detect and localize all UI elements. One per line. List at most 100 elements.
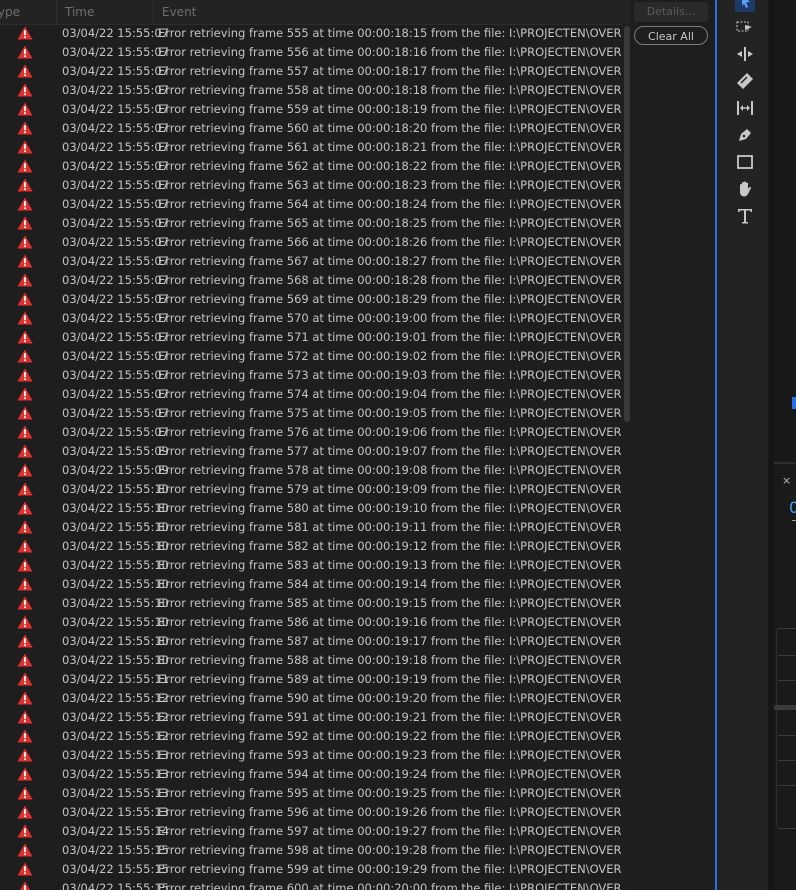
pen-icon[interactable] [735, 125, 755, 145]
event-row[interactable]: 03/04/22 15:55:07 Error retrieving frame … [0, 423, 622, 442]
event-row[interactable]: 03/04/22 15:55:07 Error retrieving frame … [0, 385, 622, 404]
selection-tool-icon[interactable] [735, 0, 755, 12]
event-row[interactable]: 03/04/22 15:55:07 Error retrieving frame … [0, 138, 622, 157]
track-divider [778, 628, 796, 629]
event-row[interactable]: 03/04/22 15:55:07 Error retrieving frame … [0, 404, 622, 423]
event-row[interactable]: 03/04/22 15:55:07 Error retrieving frame … [0, 81, 622, 100]
warning-icon [17, 83, 33, 97]
event-row[interactable]: 03/04/22 15:55:07 Error retrieving frame … [0, 43, 622, 62]
event-time: 03/04/22 15:55:10 [62, 558, 169, 572]
event-row[interactable]: 03/04/22 15:55:10 Error retrieving frame … [0, 499, 622, 518]
event-message: Error retrieving frame 573 at time 00:00… [158, 368, 622, 382]
event-row[interactable]: 03/04/22 15:55:07 Error retrieving frame … [0, 214, 622, 233]
event-time: 03/04/22 15:55:07 [62, 140, 169, 154]
event-row[interactable]: 03/04/22 15:55:15 Error retrieving frame … [0, 860, 622, 879]
track-area [776, 628, 796, 828]
event-message: Error retrieving frame 570 at time 00:00… [158, 311, 622, 325]
type-icon[interactable] [735, 206, 755, 226]
close-icon[interactable]: × [782, 474, 791, 487]
event-row[interactable]: 03/04/22 15:55:07 Error retrieving frame … [0, 119, 622, 138]
event-row[interactable]: 03/04/22 15:55:13 Error retrieving frame … [0, 784, 622, 803]
slip-icon[interactable] [735, 98, 755, 118]
event-row[interactable]: 03/04/22 15:55:13 Error retrieving frame … [0, 803, 622, 822]
event-row[interactable]: 03/04/22 15:55:13 Error retrieving frame … [0, 765, 622, 784]
event-row[interactable]: 03/04/22 15:55:10 Error retrieving frame … [0, 537, 622, 556]
razor-icon[interactable] [735, 71, 755, 91]
event-message: Error retrieving frame 571 at time 00:00… [158, 330, 622, 344]
event-message: Error retrieving frame 585 at time 00:00… [158, 596, 622, 610]
events-table-header: Type Time Event [0, 0, 630, 25]
event-row[interactable]: 03/04/22 15:55:11 Error retrieving frame … [0, 670, 622, 689]
event-row[interactable]: 03/04/22 15:55:07 Error retrieving frame … [0, 100, 622, 119]
column-header-type[interactable]: Type [0, 0, 57, 24]
event-row[interactable]: 03/04/22 15:55:07 Error retrieving frame … [0, 233, 622, 252]
event-row[interactable]: 03/04/22 15:55:09 Error retrieving frame … [0, 442, 622, 461]
event-time: 03/04/22 15:55:07 [62, 425, 169, 439]
event-row[interactable]: 03/04/22 15:55:10 Error retrieving frame … [0, 518, 622, 537]
event-row[interactable]: 03/04/22 15:55:12 Error retrieving frame … [0, 708, 622, 727]
event-row[interactable]: 03/04/22 15:55:07 Error retrieving frame … [0, 271, 622, 290]
event-row[interactable]: 03/04/22 15:55:12 Error retrieving frame … [0, 727, 622, 746]
event-row[interactable]: 03/04/22 15:55:12 Error retrieving frame … [0, 689, 622, 708]
event-time: 03/04/22 15:55:07 [62, 349, 169, 363]
event-row[interactable]: 03/04/22 15:55:07 Error retrieving frame … [0, 309, 622, 328]
warning-icon [17, 615, 33, 629]
event-row[interactable]: 03/04/22 15:55:14 Error retrieving frame … [0, 822, 622, 841]
event-row[interactable]: 03/04/22 15:55:10 Error retrieving frame … [0, 632, 622, 651]
ripple-edit-icon[interactable] [735, 44, 755, 64]
clear-all-button[interactable]: Clear All [634, 26, 708, 45]
event-message: Error retrieving frame 582 at time 00:00… [158, 539, 622, 553]
event-row[interactable]: 03/04/22 15:55:07 Error retrieving frame … [0, 366, 622, 385]
event-row[interactable]: 03/04/22 15:55:07 Error retrieving frame … [0, 290, 622, 309]
event-row[interactable]: 03/04/22 15:55:07 Error retrieving frame … [0, 24, 622, 43]
event-row[interactable]: 03/04/22 15:55:07 Error retrieving frame … [0, 347, 622, 366]
event-row[interactable]: 03/04/22 15:55:07 Error retrieving frame … [0, 252, 622, 271]
event-time: 03/04/22 15:55:15 [62, 881, 169, 890]
hand-icon[interactable] [735, 179, 755, 199]
event-row[interactable]: 03/04/22 15:55:07 Error retrieving frame … [0, 62, 622, 81]
event-row[interactable]: 03/04/22 15:55:10 Error retrieving frame … [0, 556, 622, 575]
event-message: Error retrieving frame 598 at time 00:00… [158, 843, 622, 857]
event-message: Error retrieving frame 562 at time 00:00… [158, 159, 622, 173]
column-header-time[interactable]: Time [57, 0, 154, 24]
event-time: 03/04/22 15:55:07 [62, 387, 169, 401]
event-time: 03/04/22 15:55:14 [62, 824, 169, 838]
event-message: Error retrieving frame 599 at time 00:00… [158, 862, 622, 876]
event-row[interactable]: 03/04/22 15:55:07 Error retrieving frame … [0, 176, 622, 195]
track-divider [778, 735, 796, 736]
event-message: Error retrieving frame 589 at time 00:00… [158, 672, 622, 686]
track-select-forward-icon[interactable] [735, 17, 755, 37]
details-button[interactable]: Details... [634, 2, 708, 22]
event-message: Error retrieving frame 561 at time 00:00… [158, 140, 622, 154]
right-panel: × 0 [774, 0, 796, 890]
timecode-fragment[interactable]: 0 [789, 498, 796, 517]
event-row[interactable]: 03/04/22 15:55:10 Error retrieving frame … [0, 480, 622, 499]
event-row[interactable]: 03/04/22 15:55:15 Error retrieving frame … [0, 879, 622, 890]
warning-icon [17, 596, 33, 610]
event-row[interactable]: 03/04/22 15:55:07 Error retrieving frame … [0, 195, 622, 214]
event-message: Error retrieving frame 555 at time 00:00… [158, 26, 622, 40]
warning-icon [17, 140, 33, 154]
event-time: 03/04/22 15:55:12 [62, 691, 169, 705]
event-row[interactable]: 03/04/22 15:55:07 Error retrieving frame … [0, 328, 622, 347]
warning-icon [17, 216, 33, 230]
event-row[interactable]: 03/04/22 15:55:09 Error retrieving frame … [0, 461, 622, 480]
warning-icon [17, 64, 33, 78]
event-time: 03/04/22 15:55:13 [62, 805, 169, 819]
event-message: Error retrieving frame 574 at time 00:00… [158, 387, 622, 401]
events-scrollbar-thumb[interactable] [624, 26, 630, 422]
warning-icon [17, 501, 33, 515]
warning-icon [17, 26, 33, 40]
event-row[interactable]: 03/04/22 15:55:10 Error retrieving frame … [0, 594, 622, 613]
rectangle-icon[interactable] [735, 152, 755, 172]
event-row[interactable]: 03/04/22 15:55:10 Error retrieving frame … [0, 651, 622, 670]
event-time: 03/04/22 15:55:13 [62, 767, 169, 781]
event-row[interactable]: 03/04/22 15:55:10 Error retrieving frame … [0, 613, 622, 632]
column-header-event[interactable]: Event [162, 0, 196, 24]
event-row[interactable]: 03/04/22 15:55:13 Error retrieving frame … [0, 746, 622, 765]
track-scrollbar[interactable] [774, 705, 796, 710]
event-row[interactable]: 03/04/22 15:55:15 Error retrieving frame … [0, 841, 622, 860]
event-message: Error retrieving frame 597 at time 00:00… [158, 824, 622, 838]
event-row[interactable]: 03/04/22 15:55:07 Error retrieving frame … [0, 157, 622, 176]
event-row[interactable]: 03/04/22 15:55:10 Error retrieving frame … [0, 575, 622, 594]
